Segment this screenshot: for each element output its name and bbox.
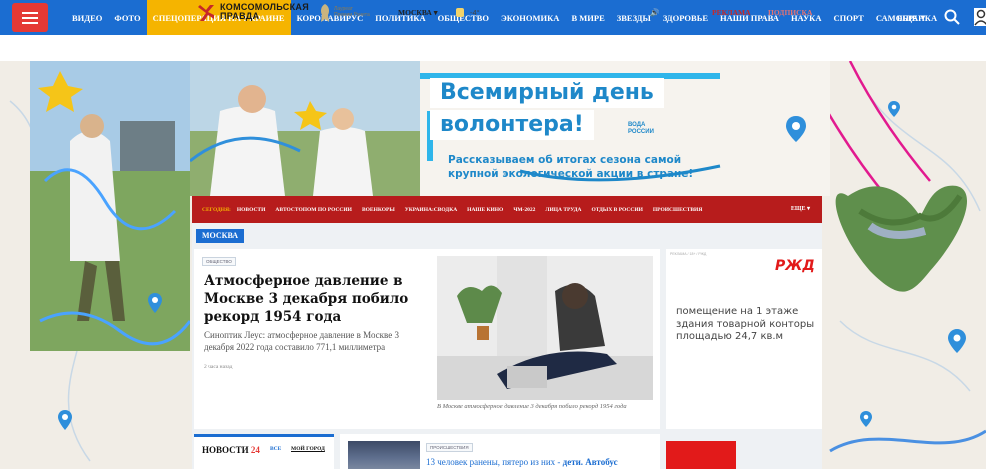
chevron-down-icon: ▾	[920, 12, 925, 22]
top-nav-item[interactable]: ПОЛИТИКА	[369, 0, 431, 35]
menu-burger-icon[interactable]	[12, 3, 48, 32]
search-icon[interactable]	[944, 9, 960, 25]
top-nav-item[interactable]: ОБЩЕСТВО	[432, 0, 495, 35]
story-photo[interactable]	[348, 441, 420, 469]
map-pin-icon	[58, 410, 72, 435]
top-nav-more-button[interactable]: ЕЩЕ ▾	[897, 0, 925, 35]
map-pin-icon	[948, 329, 966, 358]
region-select[interactable]: МОСКВА ▾	[398, 8, 437, 17]
site-header	[0, 35, 986, 61]
weather-temperature[interactable]: -4°	[470, 8, 480, 17]
region-label: МОСКВА	[398, 8, 432, 17]
award-icon	[318, 3, 332, 23]
right-decoration	[786, 60, 986, 469]
photo-caption: В Москве атмосферное давление 3 декабря …	[437, 403, 627, 410]
ad-label: РЕКЛАМА / 18+ / РЖД	[670, 252, 707, 256]
top-nav-item[interactable]: НАУКА	[785, 0, 828, 35]
kp-logo-icon[interactable]	[196, 3, 216, 23]
map-pin-icon	[148, 293, 162, 318]
story-rubric[interactable]: ПРОИСШЕСТВИЯ	[426, 443, 473, 452]
ad-banner-red[interactable]	[666, 441, 736, 469]
topic-item[interactable]: ЧМ-2022	[513, 207, 535, 213]
user-icon[interactable]	[974, 8, 986, 26]
banner-title-line1: Всемирный день	[430, 78, 664, 108]
article-title[interactable]: Атмосферное давление в Москве 3 декабря …	[204, 272, 414, 326]
topic-item[interactable]: НАШЕ КИНО	[467, 207, 503, 213]
top-nav-item[interactable]: ЭКОНОМИКА	[495, 0, 566, 35]
news-block-title[interactable]: НОВОСТИ 24	[202, 445, 260, 455]
top-navigation: ВИДЕО ФОТО СПЕЦОПЕРАЦИЯ НА УКРАИНЕ КОРОНАВИ…	[0, 0, 986, 35]
ads-link[interactable]: РЕКЛАМА	[712, 8, 751, 17]
award-text: Лауреат Премии Рунета	[334, 6, 370, 18]
topics-more-button[interactable]: ЕЩЕ ▾	[791, 205, 810, 212]
radio-link[interactable]: 🔊 РАДИО	[650, 8, 687, 17]
topics-items: НОВОСТИ АВТОСТОПОМ ПО РОССИИ ВОЕНКОРЫ УКРАИ…	[237, 207, 712, 213]
city-tag[interactable]: МОСКВА	[196, 229, 245, 243]
topics-today-label: СЕГОДНЯ:	[202, 206, 231, 213]
banner-title-line2: волонтера!	[430, 110, 594, 140]
volunteer-photo-banner	[189, 61, 420, 196]
story-title-bold: дети. Автобус	[562, 457, 618, 467]
topic-item[interactable]: НОВОСТИ	[237, 207, 266, 213]
map-pin-icon	[786, 116, 806, 147]
story-title-plain: 13 человек ранены, пятеро из них -	[426, 457, 563, 467]
voda-rossii-logo: ВОДА РОССИИ	[628, 122, 654, 136]
banner-title[interactable]: Всемирный день волонтера!	[430, 78, 720, 140]
article-lead: Синоптик Леус: атмосферное давление в Мо…	[204, 330, 399, 352]
story-title[interactable]: 13 человек ранены, пятеро из них - дети.…	[426, 457, 618, 467]
top-nav-item[interactable]: НАШИ ПРАВА	[714, 0, 785, 35]
banner-subtitle-line1: Рассказываем об итогах сезона самой	[448, 154, 682, 166]
ad-text[interactable]: помещение на 1 этаже здания товарной кон…	[676, 306, 816, 344]
voda-rossii-logo-line2: РОССИИ	[628, 129, 654, 135]
article-photo[interactable]	[437, 256, 653, 400]
chevron-down-icon: ▾	[806, 206, 810, 212]
topic-item[interactable]: ОТДЫХ В РОССИИ	[592, 207, 643, 213]
chevron-down-icon: ▾	[433, 8, 438, 17]
map-pin-icon	[888, 101, 900, 122]
kp-logo-text[interactable]: КОМСОМОЛЬСКАЯ ПРАВДА	[220, 3, 309, 21]
map-pin-icon	[860, 411, 872, 432]
top-nav-item[interactable]: ЗДОРОВЬЕ	[657, 0, 714, 35]
article-rubric[interactable]: ОБЩЕСТВО	[202, 257, 236, 266]
topic-item[interactable]: ВОЕНКОРЫ	[362, 207, 395, 213]
news-block-title-label: НОВОСТИ	[202, 445, 249, 455]
topics-nav: СЕГОДНЯ: НОВОСТИ АВТОСТОПОМ ПО РОССИИ ВОЕН…	[192, 196, 822, 223]
rzd-logo[interactable]: РЖД	[775, 258, 815, 274]
topics-more-label: ЕЩЕ	[790, 206, 806, 212]
topic-item[interactable]: АВТОСТОПОМ ПО РОССИИ	[275, 207, 352, 213]
news-tab-all[interactable]: ВСЕ	[270, 446, 281, 452]
topic-item[interactable]: ПРОИСШЕСТВИЯ	[653, 207, 702, 213]
volunteer-photo-left[interactable]	[30, 61, 190, 351]
banner-subtitle: Рассказываем об итогах сезона самой круп…	[448, 153, 693, 181]
top-nav-item[interactable]: ЗВЕЗДЫ	[611, 0, 657, 35]
award-line2: Премии Рунета	[334, 12, 370, 18]
topic-item[interactable]: ЛИЦА ТРУДА	[545, 207, 581, 213]
radio-label: РАДИО	[661, 8, 688, 17]
top-nav-item[interactable]: В МИРЕ	[565, 0, 610, 35]
top-nav-more-label: ЕЩЕ	[897, 12, 918, 23]
news-count-badge: 24	[250, 445, 260, 455]
voda-rossii-logo-line1: ВОДА	[628, 122, 646, 128]
logo-line2: ПРАВДА	[220, 11, 260, 21]
article-time: 2 часа назад	[204, 364, 233, 370]
topic-item[interactable]: УКРАИНА:СВОДКА	[405, 207, 457, 213]
top-nav-item[interactable]: СПОРТ	[827, 0, 869, 35]
news-tab-my-city[interactable]: МОЙ ГОРОД	[291, 446, 325, 452]
weather-icon	[456, 8, 464, 17]
subscribe-link[interactable]: ПОДПИСКА	[768, 8, 812, 17]
radio-icon: 🔊	[650, 8, 660, 17]
banner-subtitle-line2: крупной экологической акции в стране!	[448, 168, 694, 180]
top-nav-item[interactable]: ФОТО	[108, 0, 146, 35]
top-nav-item[interactable]: ВИДЕО	[66, 0, 108, 35]
